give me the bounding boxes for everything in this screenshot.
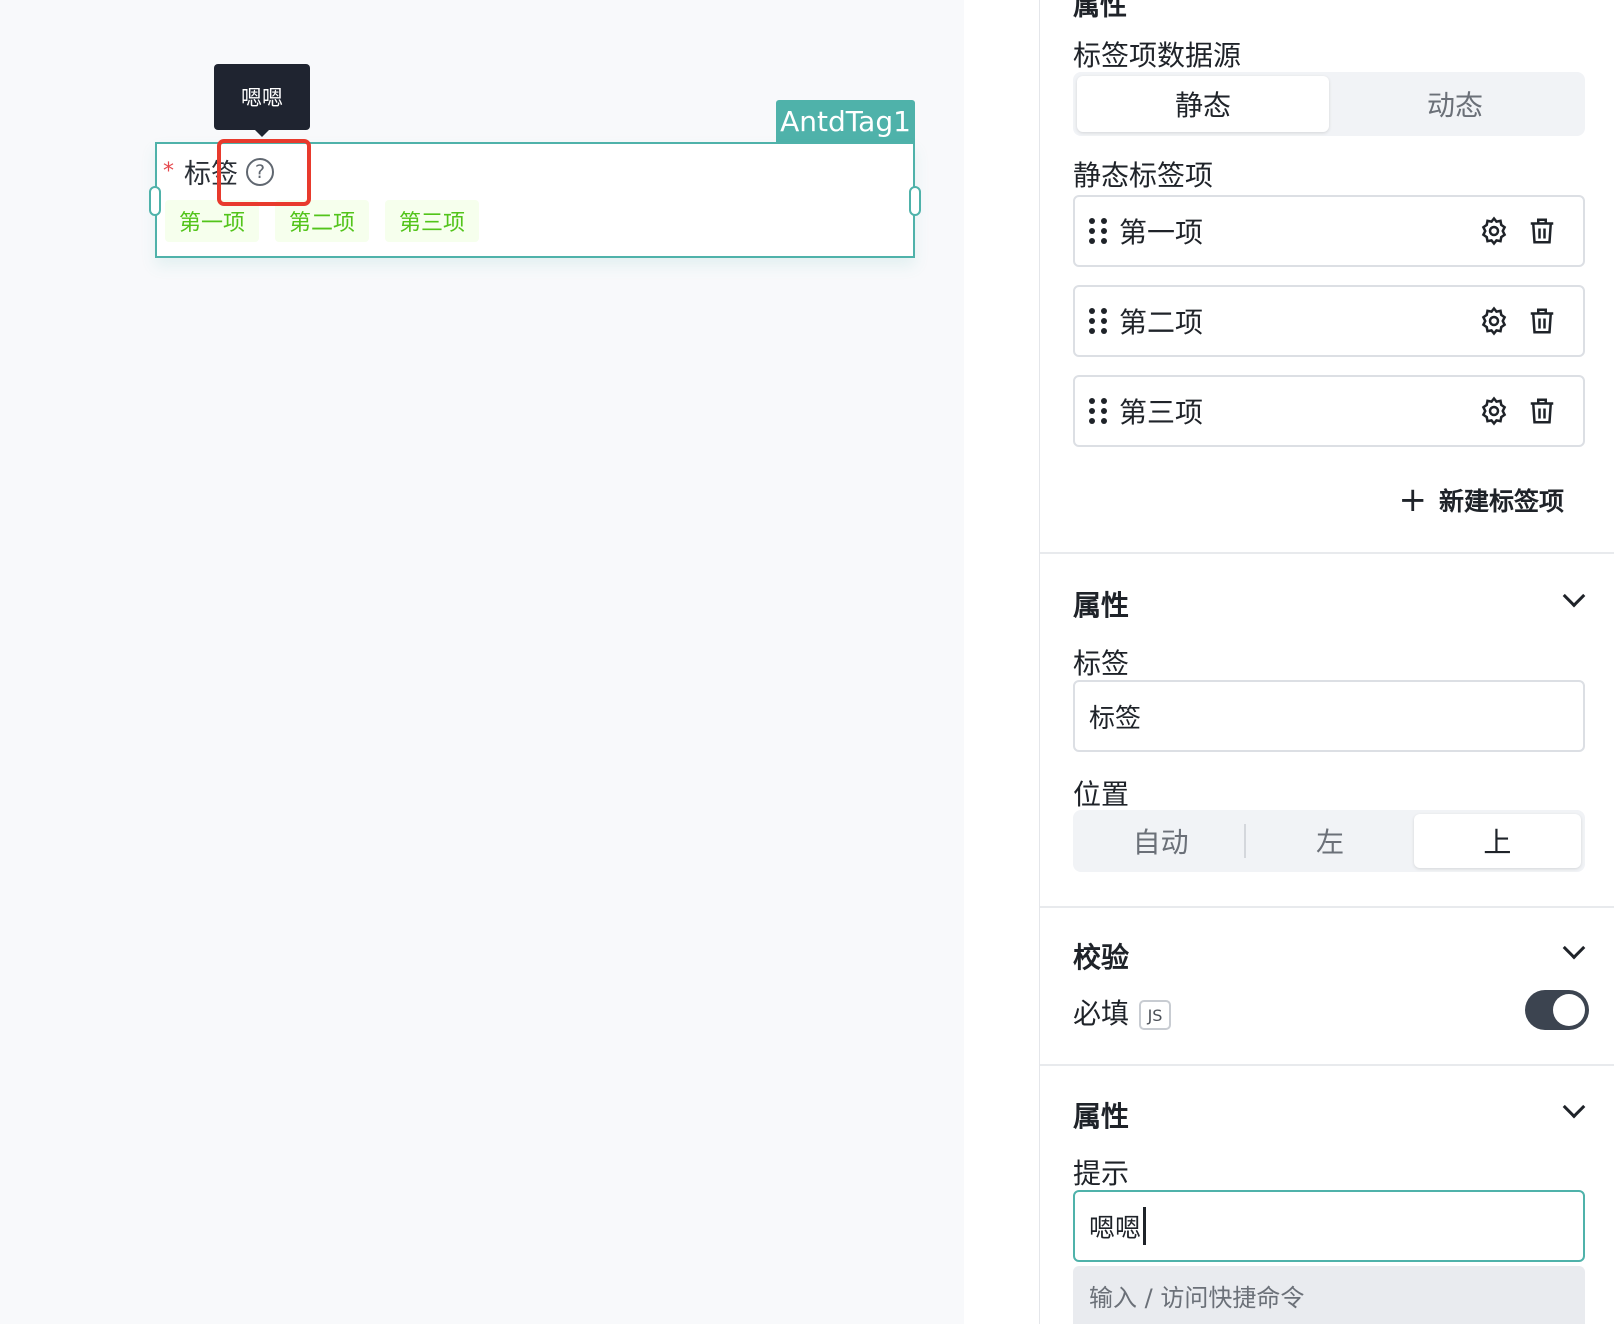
text-caret <box>1143 1207 1147 1245</box>
canvas-gutter <box>964 0 1040 1324</box>
position-segmented: 自动 左 上 <box>1073 810 1585 872</box>
label-input[interactable]: 标签 <box>1073 680 1585 752</box>
hint-label: 提示 <box>1073 1157 1130 1190</box>
segment-auto[interactable]: 自动 <box>1077 814 1244 868</box>
hint-input[interactable]: 嗯嗯 <box>1073 1190 1585 1262</box>
validation-section-title[interactable]: 校验 <box>1073 936 1129 976</box>
drag-handle-icon[interactable] <box>1089 308 1107 334</box>
component-name-tag[interactable]: AntdTag1 <box>776 100 915 142</box>
highlight-annotation-box <box>217 139 311 206</box>
data-source-label: 标签项数据源 <box>1073 39 1242 72</box>
trash-icon[interactable] <box>1527 216 1557 246</box>
chevron-down-icon[interactable] <box>1562 936 1586 960</box>
js-badge[interactable]: JS <box>1139 1000 1172 1030</box>
section-title-cut: 属性 <box>1073 0 1127 22</box>
drag-handle-icon[interactable] <box>1089 218 1107 244</box>
tag-item: 第一项 <box>165 200 260 242</box>
required-toggle[interactable] <box>1525 990 1589 1030</box>
segment-top[interactable]: 上 <box>1413 814 1581 868</box>
segment-left[interactable]: 左 <box>1246 814 1413 868</box>
chevron-down-icon[interactable] <box>1562 584 1586 608</box>
static-item-label: 第二项 <box>1119 306 1204 339</box>
add-tag-item-button[interactable]: + 新建标签项 <box>1398 482 1564 518</box>
segment-dynamic[interactable]: 动态 <box>1329 76 1581 132</box>
tag-item: 第二项 <box>275 200 370 242</box>
position-label: 位置 <box>1073 778 1130 811</box>
data-source-segmented: 静态 动态 <box>1073 72 1585 136</box>
static-item-card[interactable]: 第三项 <box>1073 375 1585 447</box>
required-label: 必填 <box>1073 997 1130 1030</box>
section-divider <box>1040 552 1614 554</box>
property-panel: 属性 标签项数据源 静态 动态 静态标签项 第一项 第二项 第三项 + 新建标签… <box>1040 0 1614 1324</box>
help-tooltip: 嗯嗯 <box>214 64 310 137</box>
editor-canvas: 嗯嗯 AntdTag1 * 标签 ? 第一项 第二项 第三项 <box>0 0 964 1324</box>
attributes-section-title[interactable]: 属性 <box>1073 584 1129 624</box>
plus-icon: + <box>1398 480 1427 520</box>
resize-handle-left[interactable] <box>149 186 161 216</box>
section-divider <box>1040 906 1614 908</box>
command-hint-bar: 输入 / 访问快捷命令 <box>1073 1266 1585 1324</box>
tag-item: 第三项 <box>385 200 480 242</box>
required-row: 必填 JS <box>1073 992 1172 1032</box>
gear-icon[interactable] <box>1479 396 1509 426</box>
trash-icon[interactable] <box>1527 306 1557 336</box>
segment-static[interactable]: 静态 <box>1077 76 1329 132</box>
static-item-label: 第三项 <box>1119 396 1204 429</box>
attributes-section-title-2[interactable]: 属性 <box>1073 1095 1129 1135</box>
gear-icon[interactable] <box>1479 306 1509 336</box>
static-items-label: 静态标签项 <box>1073 159 1214 192</box>
hint-input-value: 嗯嗯 <box>1089 1213 1142 1244</box>
chevron-down-icon[interactable] <box>1562 1095 1586 1119</box>
static-item-card[interactable]: 第一项 <box>1073 195 1585 267</box>
resize-handle-right[interactable] <box>909 186 921 216</box>
required-asterisk: * <box>163 159 174 184</box>
add-tag-item-label: 新建标签项 <box>1438 487 1564 516</box>
gear-icon[interactable] <box>1479 216 1509 246</box>
trash-icon[interactable] <box>1527 396 1557 426</box>
tag-list: 第一项 第二项 第三项 <box>165 200 480 242</box>
static-item-label: 第一项 <box>1119 216 1204 249</box>
drag-handle-icon[interactable] <box>1089 398 1107 424</box>
section-divider <box>1040 1064 1614 1066</box>
static-item-card[interactable]: 第二项 <box>1073 285 1585 357</box>
toggle-knob <box>1553 994 1585 1026</box>
label-field-label: 标签 <box>1073 647 1130 680</box>
